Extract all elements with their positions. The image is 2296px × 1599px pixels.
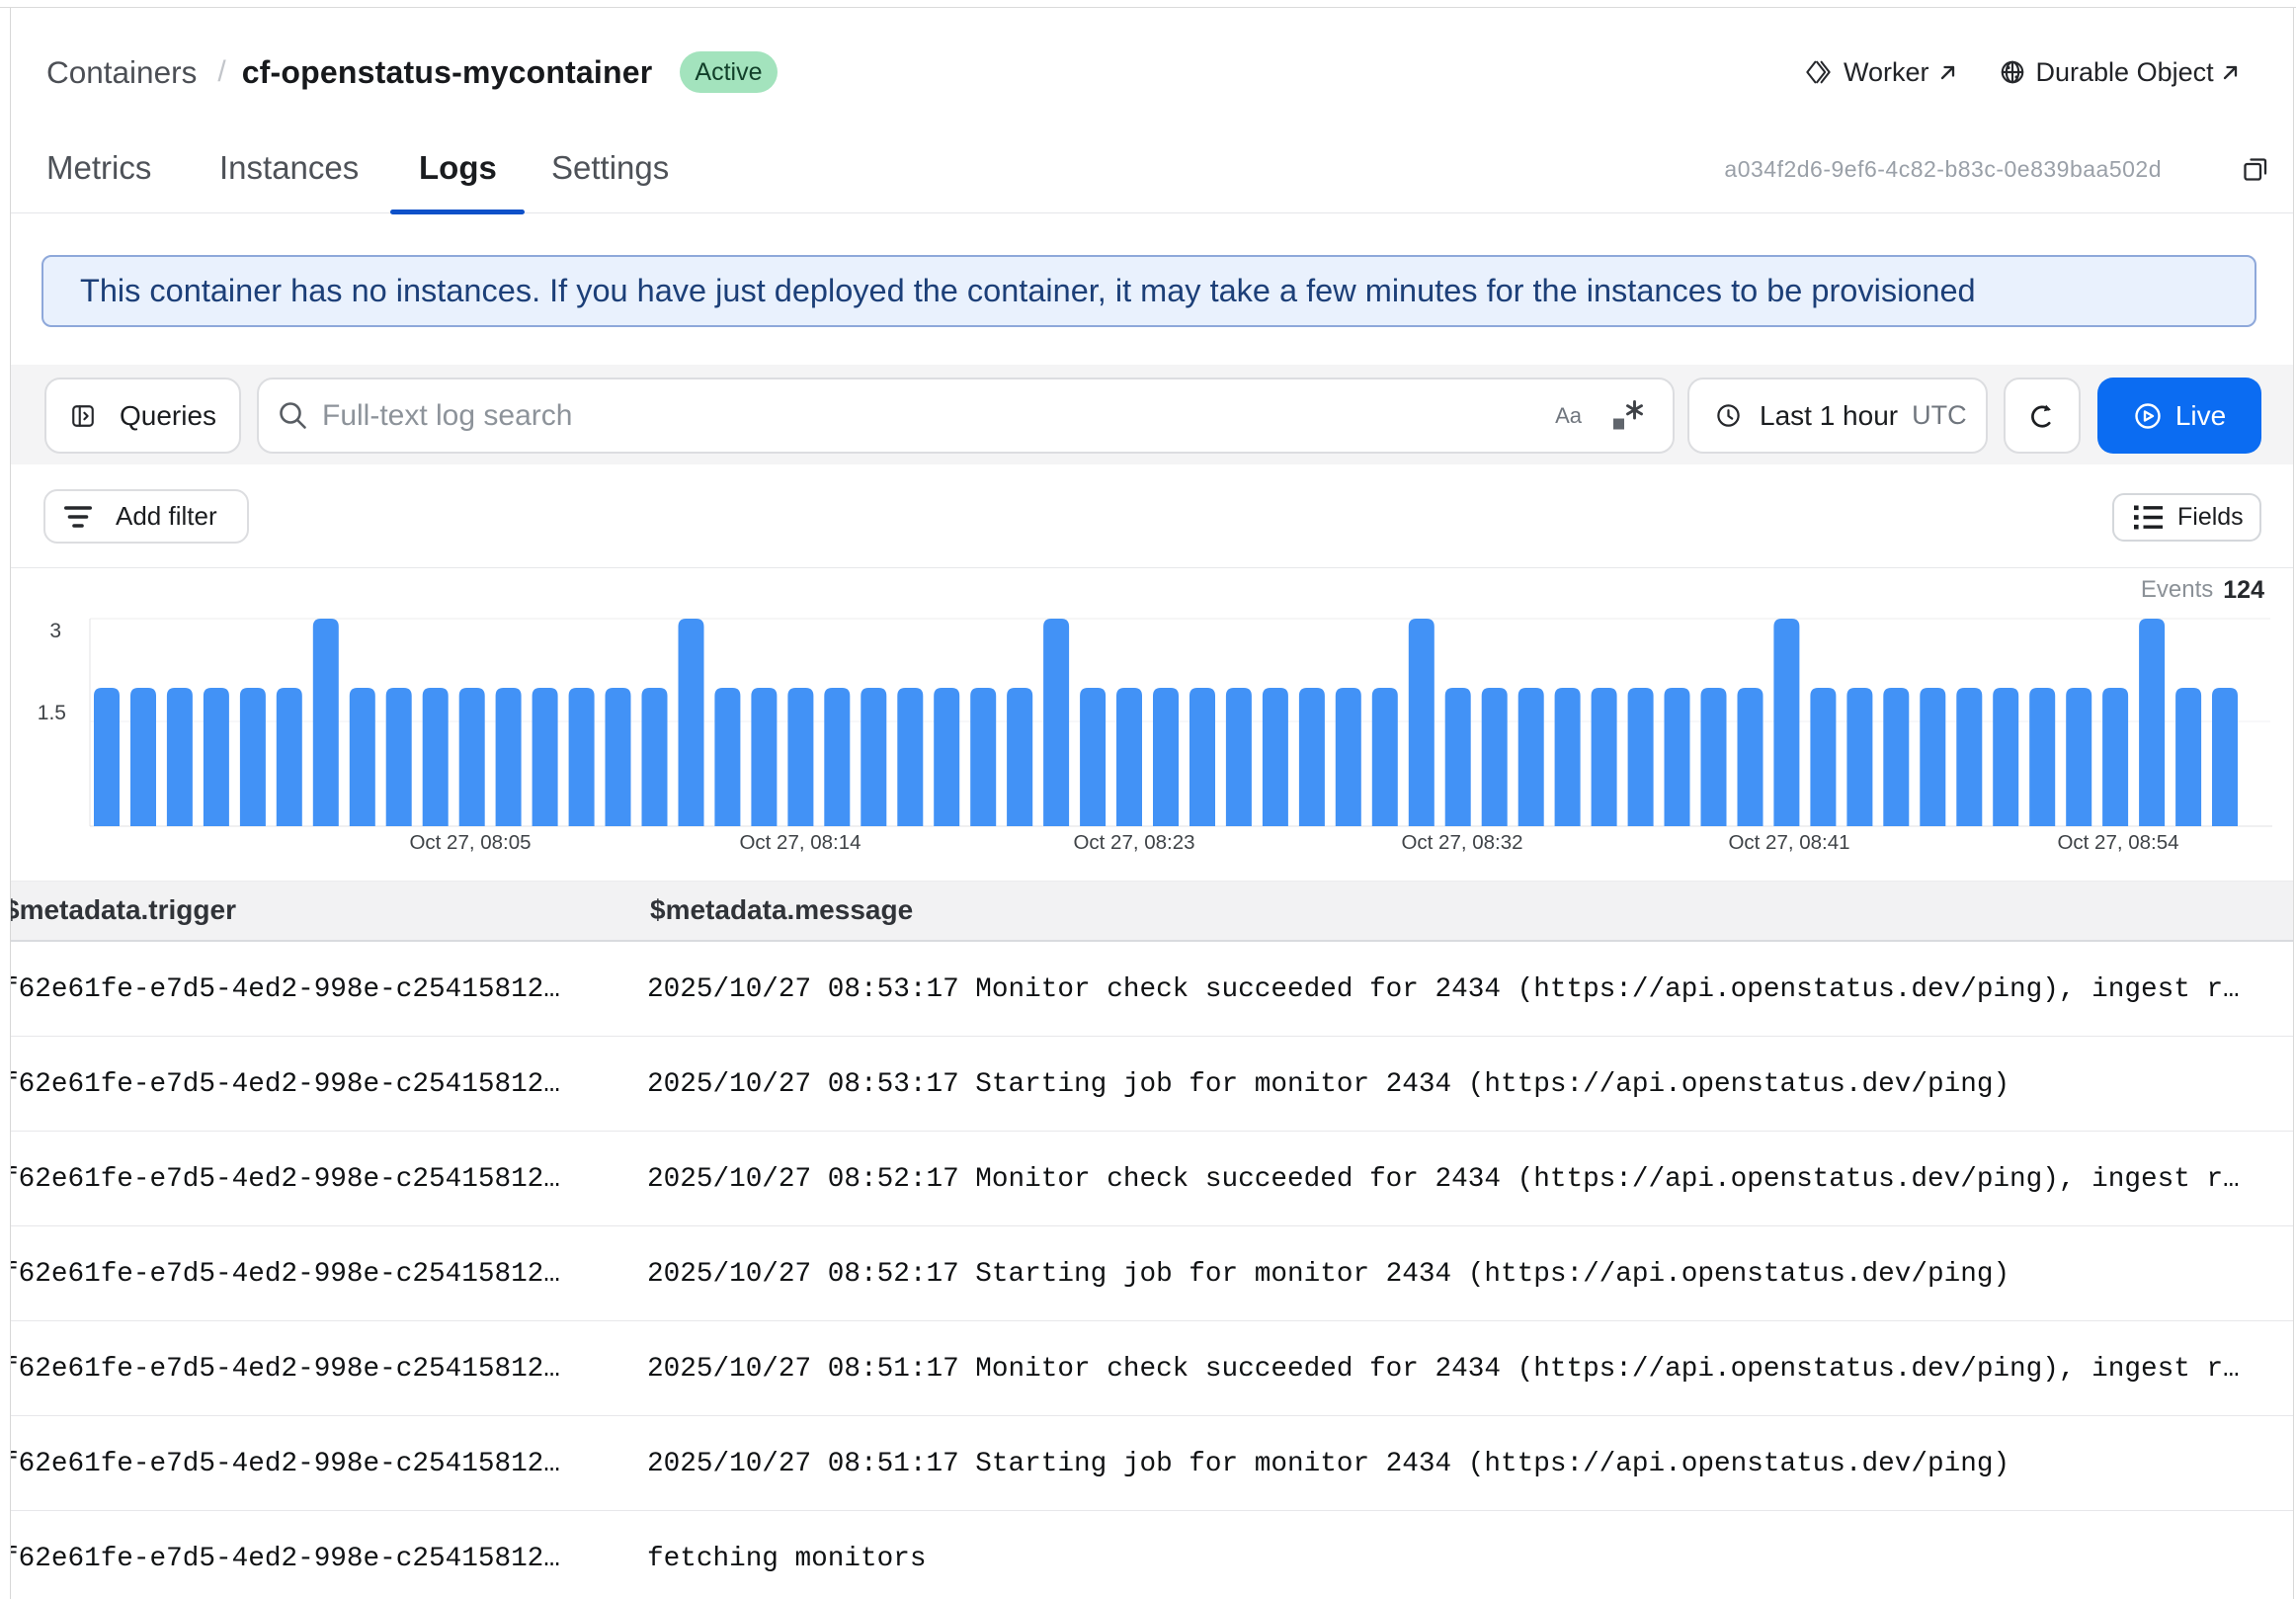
svg-text:Oct 27, 08:14: Oct 27, 08:14 bbox=[739, 831, 861, 854]
svg-text:3: 3 bbox=[49, 620, 61, 642]
svg-text:Oct 27, 08:05: Oct 27, 08:05 bbox=[409, 831, 531, 854]
svg-text:Oct 27, 08:41: Oct 27, 08:41 bbox=[1728, 831, 1849, 854]
svg-text:1.5: 1.5 bbox=[38, 702, 66, 724]
svg-text:Oct 27, 08:32: Oct 27, 08:32 bbox=[1401, 831, 1522, 854]
svg-text:Oct 27, 08:23: Oct 27, 08:23 bbox=[1073, 831, 1194, 854]
svg-text:Oct 27, 08:54: Oct 27, 08:54 bbox=[2057, 831, 2178, 854]
